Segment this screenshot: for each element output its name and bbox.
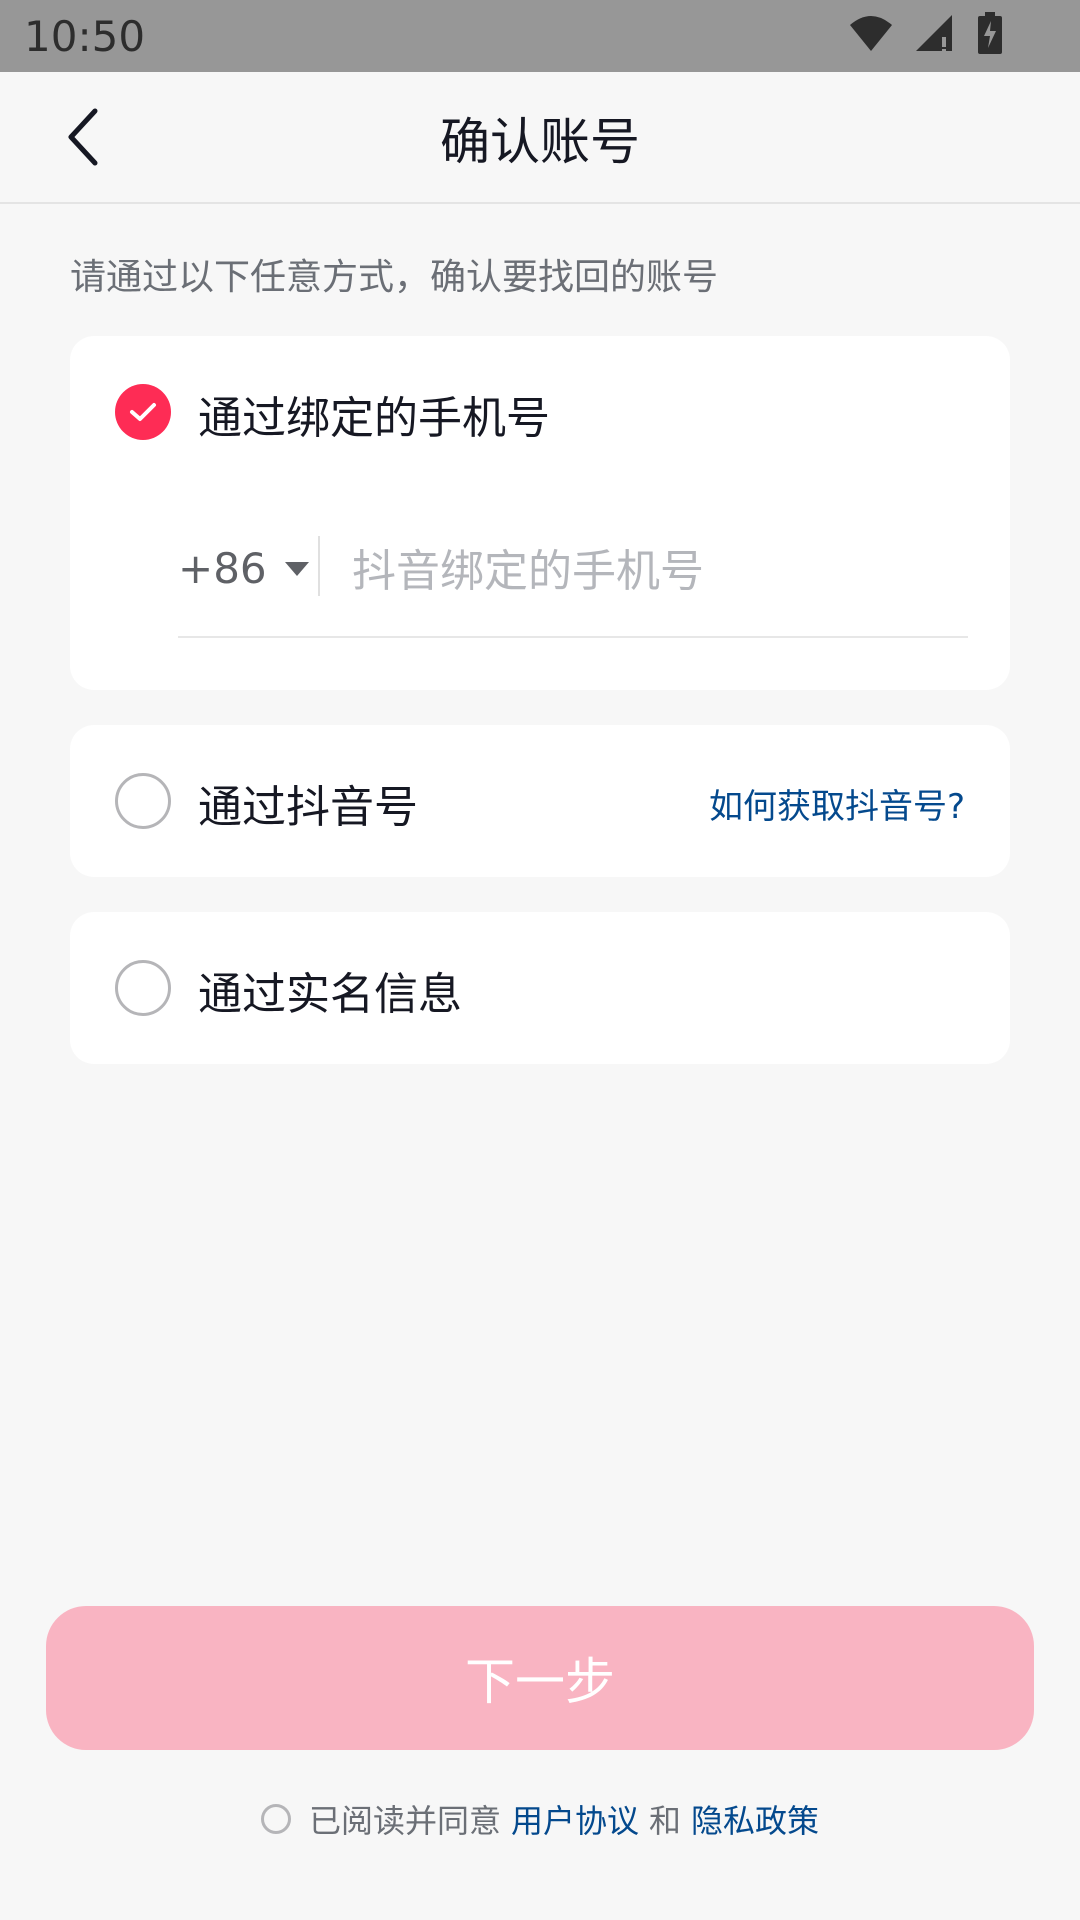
country-code: +86 xyxy=(178,544,267,593)
wifi-icon xyxy=(850,16,892,51)
phone-input-row: +86 xyxy=(178,526,968,638)
input-divider xyxy=(318,536,320,596)
agreement-checkbox[interactable] xyxy=(260,1804,291,1834)
status-icons xyxy=(848,12,1002,54)
country-code-selector[interactable]: +86 xyxy=(178,544,309,593)
status-time: 10:50 xyxy=(24,12,146,61)
option-douyin-card[interactable]: 通过抖音号 如何获取抖音号? xyxy=(70,725,1010,877)
nav-bar: 确认账号 xyxy=(0,72,1080,204)
agreement-and: 和 xyxy=(649,1802,682,1840)
option-phone-card[interactable]: 通过绑定的手机号 +86 xyxy=(70,336,1010,690)
phone-number-input[interactable] xyxy=(350,530,954,612)
battery-charging-icon xyxy=(978,12,1002,54)
option-phone-label: 通过绑定的手机号 xyxy=(198,393,550,444)
how-to-get-douyin-id-link[interactable]: 如何获取抖音号? xyxy=(709,779,965,828)
option-realname-radio[interactable] xyxy=(115,960,171,1016)
page-title: 确认账号 xyxy=(440,113,640,171)
caret-down-icon xyxy=(284,561,309,576)
next-button[interactable]: 下一步 xyxy=(46,1606,1034,1750)
option-realname-label: 通过实名信息 xyxy=(198,969,462,1020)
option-douyin-label: 通过抖音号 xyxy=(198,782,418,833)
privacy-policy-link[interactable]: 隐私政策 xyxy=(691,1796,819,1842)
signal-icon xyxy=(916,15,952,51)
option-realname-card[interactable]: 通过实名信息 xyxy=(70,912,1010,1064)
agreement-row: 已阅读并同意 用户协议 和 隐私政策 xyxy=(0,1796,1080,1842)
option-douyin-radio[interactable] xyxy=(115,773,171,829)
checkmark-icon xyxy=(130,403,156,421)
option-phone-radio[interactable] xyxy=(115,384,171,440)
user-agreement-link[interactable]: 用户协议 xyxy=(511,1796,639,1842)
instruction-text: 请通过以下任意方式，确认要找回的账号 xyxy=(70,257,719,298)
status-bar: 10:50 xyxy=(0,0,1080,72)
agreement-prefix: 已阅读并同意 xyxy=(308,1802,501,1840)
